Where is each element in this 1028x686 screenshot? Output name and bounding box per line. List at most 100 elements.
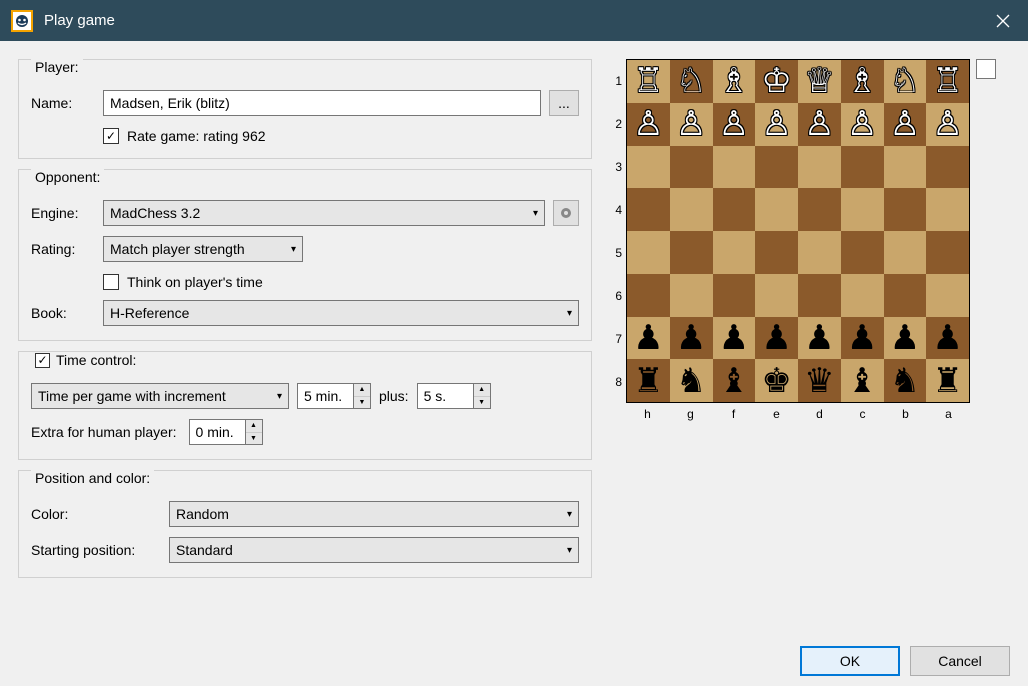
book-select[interactable]: H-Reference ▾: [103, 300, 579, 326]
board-square[interactable]: [755, 231, 798, 274]
board-square[interactable]: ♘: [670, 60, 713, 103]
position-group: Position and color: Color: Random ▾ Star…: [18, 470, 592, 578]
board-square[interactable]: [798, 231, 841, 274]
board-square[interactable]: ♙: [713, 103, 756, 146]
board-square[interactable]: ♟: [841, 317, 884, 360]
board-square[interactable]: ♙: [926, 103, 969, 146]
board-square[interactable]: ♕: [798, 60, 841, 103]
board-square[interactable]: [670, 274, 713, 317]
board-square[interactable]: ♘: [884, 60, 927, 103]
board-square[interactable]: [841, 188, 884, 231]
board-square[interactable]: ♟: [627, 317, 670, 360]
name-browse-button[interactable]: ...: [549, 90, 579, 116]
board-square[interactable]: ♗: [713, 60, 756, 103]
board-square[interactable]: [627, 146, 670, 189]
board-square[interactable]: [884, 274, 927, 317]
name-input[interactable]: [103, 90, 541, 116]
board-square[interactable]: [713, 188, 756, 231]
board-square[interactable]: ♙: [755, 103, 798, 146]
spin-up-icon[interactable]: ▲: [474, 384, 490, 397]
rank-labels: 12345678: [610, 59, 622, 403]
board-square[interactable]: [884, 146, 927, 189]
board-square[interactable]: [755, 188, 798, 231]
board-square[interactable]: ♚: [755, 359, 798, 402]
board-square[interactable]: ♙: [841, 103, 884, 146]
extra-time-input[interactable]: [189, 419, 245, 445]
board-square[interactable]: ♔: [755, 60, 798, 103]
spin-down-icon[interactable]: ▼: [474, 397, 490, 409]
spin-up-icon[interactable]: ▲: [354, 384, 370, 397]
board-square[interactable]: ♟: [798, 317, 841, 360]
board-square[interactable]: [713, 231, 756, 274]
board-square[interactable]: [670, 146, 713, 189]
close-button[interactable]: [978, 0, 1028, 41]
chess-piece: ♙: [719, 107, 749, 141]
board-square[interactable]: [841, 274, 884, 317]
spin-up-icon[interactable]: ▲: [246, 420, 262, 433]
think-checkbox[interactable]: [103, 274, 119, 290]
board-square[interactable]: [926, 274, 969, 317]
rate-game-checkbox[interactable]: ✓: [103, 128, 119, 144]
board-square[interactable]: ♗: [841, 60, 884, 103]
board-square[interactable]: ♙: [670, 103, 713, 146]
board-square[interactable]: ♙: [798, 103, 841, 146]
board-square[interactable]: ♟: [713, 317, 756, 360]
increment-input[interactable]: [417, 383, 473, 409]
cancel-button[interactable]: Cancel: [910, 646, 1010, 676]
time-mode-select[interactable]: Time per game with increment ▾: [31, 383, 289, 409]
spin-down-icon[interactable]: ▼: [246, 433, 262, 445]
starting-position-select[interactable]: Standard ▾: [169, 537, 579, 563]
board-square[interactable]: ♙: [627, 103, 670, 146]
board-square[interactable]: ♟: [884, 317, 927, 360]
board-square[interactable]: ♟: [755, 317, 798, 360]
board-square[interactable]: ♞: [884, 359, 927, 402]
board-square[interactable]: ♝: [713, 359, 756, 402]
board-square[interactable]: ♜: [926, 359, 969, 402]
chess-board[interactable]: ♖♘♗♔♕♗♘♖♙♙♙♙♙♙♙♙♟♟♟♟♟♟♟♟♜♞♝♚♛♝♞♜: [626, 59, 970, 403]
board-square[interactable]: [841, 146, 884, 189]
board-square[interactable]: [755, 146, 798, 189]
board-square[interactable]: [884, 188, 927, 231]
chess-piece: ♟: [676, 321, 706, 355]
board-square[interactable]: [926, 231, 969, 274]
extra-time-spinner[interactable]: ▲▼: [189, 419, 263, 445]
board-square[interactable]: [713, 274, 756, 317]
board-square[interactable]: ♟: [670, 317, 713, 360]
time-per-game-input[interactable]: [297, 383, 353, 409]
board-square[interactable]: [841, 231, 884, 274]
board-square[interactable]: ♖: [627, 60, 670, 103]
engine-settings-button[interactable]: [553, 200, 579, 226]
color-select[interactable]: Random ▾: [169, 501, 579, 527]
board-square[interactable]: [926, 188, 969, 231]
board-square[interactable]: [627, 188, 670, 231]
board-square[interactable]: [670, 188, 713, 231]
board-square[interactable]: [884, 231, 927, 274]
time-per-game-spinner[interactable]: ▲▼: [297, 383, 371, 409]
chess-piece: ♙: [804, 107, 834, 141]
rating-select[interactable]: Match player strength ▾: [103, 236, 303, 262]
board-square[interactable]: [627, 274, 670, 317]
chevron-down-icon: ▾: [277, 391, 282, 402]
board-square[interactable]: [926, 146, 969, 189]
time-control-checkbox[interactable]: ✓: [35, 353, 50, 368]
ok-button[interactable]: OK: [800, 646, 900, 676]
board-square[interactable]: [670, 231, 713, 274]
board-square[interactable]: [713, 146, 756, 189]
spin-down-icon[interactable]: ▼: [354, 397, 370, 409]
board-square[interactable]: [798, 188, 841, 231]
board-square[interactable]: ♝: [841, 359, 884, 402]
board-square[interactable]: ♛: [798, 359, 841, 402]
increment-spinner[interactable]: ▲▼: [417, 383, 491, 409]
board-square[interactable]: [755, 274, 798, 317]
chess-piece: ♜: [633, 364, 663, 398]
board-square[interactable]: [627, 231, 670, 274]
color-value: Random: [176, 506, 229, 522]
board-square[interactable]: ♞: [670, 359, 713, 402]
engine-select[interactable]: MadChess 3.2 ▾: [103, 200, 545, 226]
board-square[interactable]: ♖: [926, 60, 969, 103]
board-square[interactable]: [798, 274, 841, 317]
board-square[interactable]: ♙: [884, 103, 927, 146]
board-square[interactable]: [798, 146, 841, 189]
board-square[interactable]: ♜: [627, 359, 670, 402]
board-square[interactable]: ♟: [926, 317, 969, 360]
